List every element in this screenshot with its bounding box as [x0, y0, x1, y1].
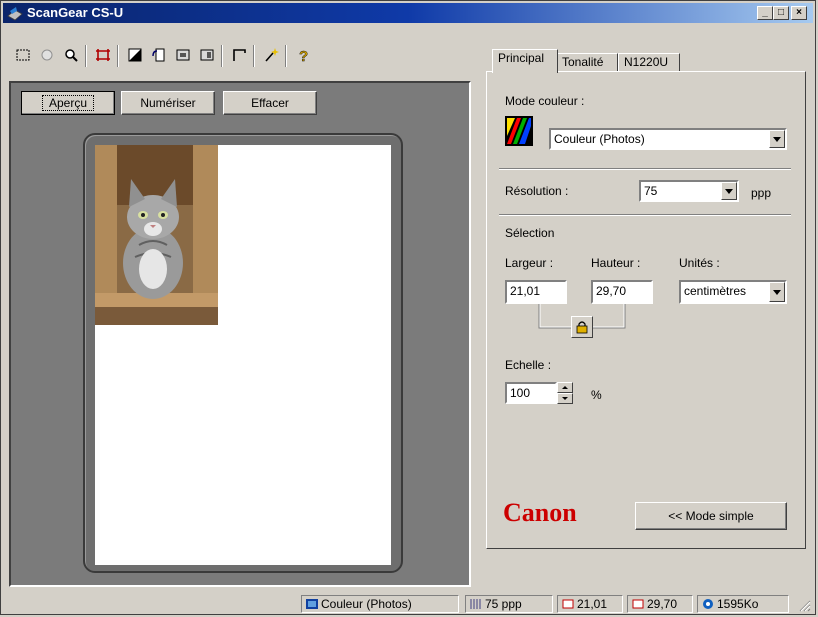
- border-icon[interactable]: [227, 43, 251, 67]
- toolbar: ?: [7, 41, 477, 71]
- status-bar: Couleur (Photos) 75 ppp 21,01 29,70 1595…: [1, 594, 815, 614]
- scale-label: Echelle :: [505, 358, 552, 372]
- resolution-unit: ppp: [751, 186, 772, 200]
- tab-tonalite[interactable]: Tonalité: [556, 53, 618, 72]
- disk-icon: [703, 599, 713, 609]
- color-mode-icon: [505, 116, 533, 146]
- magic-wand-icon[interactable]: [259, 43, 283, 67]
- scanner-app-icon: [7, 7, 23, 21]
- resize-grip-icon[interactable]: [797, 598, 811, 612]
- spin-up-icon[interactable]: [557, 382, 573, 393]
- resolution-select[interactable]: 75: [639, 180, 739, 202]
- lock-ratio-button[interactable]: [571, 316, 593, 338]
- hand-icon[interactable]: [35, 43, 59, 67]
- lock-icon: [576, 321, 588, 334]
- color-mode-status-icon: [306, 599, 318, 609]
- scale-input[interactable]: 100: [505, 382, 557, 404]
- scale-unit: %: [591, 388, 602, 402]
- units-label: Unités :: [679, 256, 720, 270]
- toolbar-separator: [117, 45, 119, 67]
- marquee-select-icon[interactable]: [11, 43, 35, 67]
- preview-paper[interactable]: [95, 145, 391, 565]
- height-label: Hauteur :: [591, 256, 641, 270]
- title-bar[interactable]: ScanGear CS-U _ □ ×: [3, 3, 813, 23]
- chevron-down-icon[interactable]: [769, 130, 785, 148]
- height-icon: [632, 599, 644, 609]
- maximize-button[interactable]: □: [773, 6, 789, 20]
- flip-icon[interactable]: [195, 43, 219, 67]
- resolution-label: Résolution :: [505, 184, 569, 198]
- help-icon[interactable]: ?: [291, 43, 315, 67]
- units-select[interactable]: centimètres: [679, 280, 787, 304]
- color-mode-label: Mode couleur :: [505, 94, 585, 108]
- image-adjust-icon[interactable]: [123, 43, 147, 67]
- apercu-button[interactable]: Aperçu: [21, 91, 115, 115]
- grid-icon: [470, 599, 481, 609]
- divider: [499, 214, 791, 216]
- tab-n1220u[interactable]: N1220U: [618, 53, 680, 72]
- toolbar-separator: [285, 45, 287, 67]
- preview-frame: [83, 133, 403, 573]
- toolbar-separator: [221, 45, 223, 67]
- status-resolution: 75 ppp: [465, 595, 553, 613]
- numeriser-button[interactable]: Numériser: [121, 91, 215, 115]
- divider: [499, 168, 791, 170]
- crop-icon[interactable]: [91, 43, 115, 67]
- color-mode-select[interactable]: Couleur (Photos): [549, 128, 787, 150]
- settings-panel: Mode couleur : Couleur (Photos) Résoluti…: [486, 71, 806, 549]
- mirror-icon[interactable]: [171, 43, 195, 67]
- mode-simple-button[interactable]: << Mode simple: [635, 502, 787, 530]
- chevron-down-icon[interactable]: [769, 282, 785, 302]
- width-icon: [562, 599, 574, 609]
- status-color-mode: Couleur (Photos): [301, 595, 459, 613]
- effacer-button[interactable]: Effacer: [223, 91, 317, 115]
- status-file-size: 1595Ko: [697, 595, 789, 613]
- rotate-icon[interactable]: [147, 43, 171, 67]
- tab-principal[interactable]: Principal: [492, 49, 558, 73]
- close-button[interactable]: ×: [791, 6, 807, 20]
- toolbar-separator: [85, 45, 87, 67]
- width-input[interactable]: 21,01: [505, 280, 567, 304]
- chevron-down-icon[interactable]: [721, 182, 737, 200]
- width-label: Largeur :: [505, 256, 554, 270]
- selection-label: Sélection: [505, 226, 555, 240]
- status-height: 29,70: [627, 595, 693, 613]
- canon-logo: Canon: [503, 498, 577, 527]
- height-input[interactable]: 29,70: [591, 280, 653, 304]
- scanned-cat-photo: [95, 145, 218, 325]
- preview-area: Aperçu Numériser Effacer: [9, 81, 471, 587]
- minimize-button[interactable]: _: [757, 6, 773, 20]
- spin-down-icon[interactable]: [557, 393, 573, 404]
- svg-text:?: ?: [299, 48, 308, 63]
- zoom-icon[interactable]: [59, 43, 83, 67]
- toolbar-separator: [253, 45, 255, 67]
- scangear-window: ScanGear CS-U _ □ × ? Aperçu Numériser E…: [0, 0, 816, 615]
- scale-spinner[interactable]: [557, 382, 573, 404]
- status-width: 21,01: [557, 595, 623, 613]
- window-title: ScanGear CS-U: [27, 5, 124, 20]
